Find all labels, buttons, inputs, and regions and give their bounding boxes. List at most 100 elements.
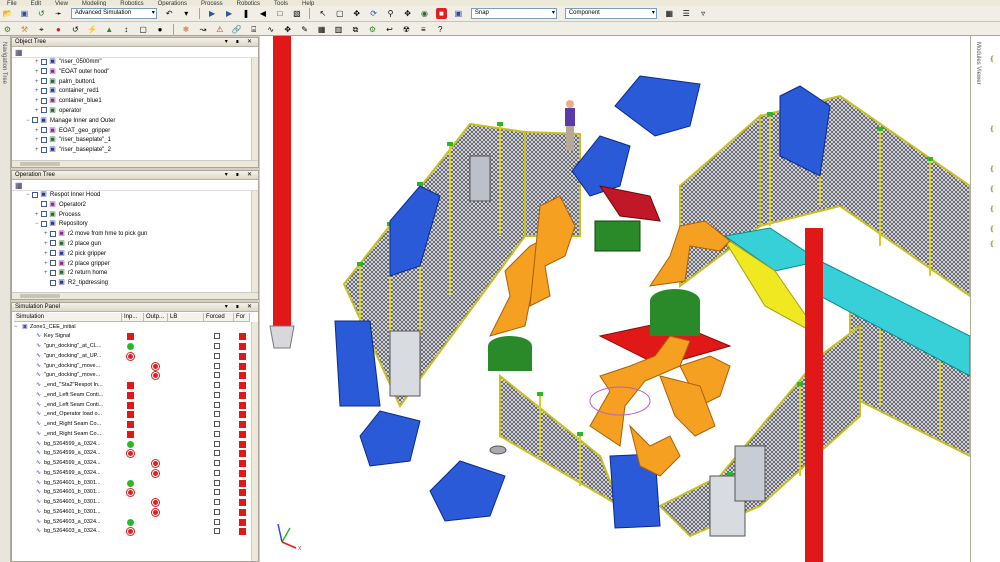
tree-node[interactable]: + ▣ EOAT_geo_gripper (12, 127, 258, 137)
forced-checkbox[interactable] (214, 518, 220, 525)
forced-value-indicator[interactable] (239, 508, 246, 516)
tree-node[interactable]: + ▣ palm_button1 (12, 78, 258, 88)
mount-icon[interactable]: ⌸ (248, 24, 259, 35)
input-signal-indicator[interactable] (127, 421, 134, 429)
bracket-icon[interactable]: ❴ (989, 56, 996, 63)
play-icon[interactable]: ▶ (207, 8, 218, 19)
tree-filter-icon[interactable]: ▦ (15, 48, 23, 57)
tree-node[interactable]: ▣ R2_tipdressing (12, 279, 258, 289)
forced-checkbox[interactable] (214, 333, 220, 340)
output-signal-indicator[interactable] (152, 499, 159, 507)
forced-checkbox[interactable] (214, 421, 220, 428)
signal-row[interactable]: ∿ bg_5264599_a_0324... (14, 459, 250, 468)
visibility-checkbox[interactable] (50, 230, 56, 237)
tree-node[interactable]: − ▣ Manage Inner and Outer (12, 117, 258, 127)
bracket-icon[interactable]: ❴ (989, 241, 996, 248)
object-tree-hscroll[interactable] (12, 160, 258, 167)
signal-row[interactable]: ∿ bg_5264603_a_0324... (14, 527, 250, 536)
forced-value-indicator[interactable] (239, 450, 246, 458)
input-signal-indicator[interactable] (127, 401, 134, 409)
column-header[interactable]: Forced (204, 313, 234, 322)
options-icon[interactable]: ≡ (418, 24, 429, 35)
column-header[interactable]: Inp... (122, 313, 144, 322)
3d-viewport[interactable]: X (260, 36, 970, 562)
object-tree-vscroll[interactable] (251, 58, 258, 161)
forced-checkbox[interactable] (214, 450, 220, 457)
tree-node[interactable]: + ▣ operator (12, 107, 258, 117)
visibility-checkbox[interactable] (41, 107, 47, 114)
signal-row[interactable]: ∿ _end_Left Seam Conti... (14, 391, 250, 400)
visibility-checkbox[interactable] (50, 279, 56, 286)
pan-icon[interactable]: ✥ (402, 8, 413, 19)
operation-tree-vscroll[interactable] (251, 191, 258, 294)
tree-node[interactable]: ▣ Operator2 (12, 201, 258, 211)
forced-value-indicator[interactable] (239, 343, 246, 351)
visibility-checkbox[interactable] (41, 87, 47, 94)
input-signal-indicator[interactable] (127, 411, 134, 419)
collapse-icon[interactable]: − (14, 323, 22, 332)
input-signal-indicator[interactable] (127, 479, 134, 487)
study-select[interactable]: Advanced Simulation ▾ (70, 8, 157, 19)
record-icon[interactable]: ▣ (453, 8, 464, 19)
tree-filter-icon[interactable]: ▦ (15, 181, 23, 190)
collision-icon[interactable]: ⚠ (214, 24, 225, 35)
filter-icon[interactable]: ▿ (698, 8, 709, 19)
forced-checkbox[interactable] (214, 430, 220, 437)
modules-viewer-strip[interactable]: Modules Viewer ❴ ❴ ❴ ❴ ❴ ❴ ❴ (970, 36, 1000, 562)
operation-tree-hscroll[interactable] (12, 292, 258, 299)
table-icon[interactable]: ▦ (316, 24, 327, 35)
tree-node[interactable]: + ▣ "EOAT outer hood" (12, 68, 258, 78)
tree-node[interactable]: + ▣ container_blue1 (12, 97, 258, 107)
signal-row[interactable]: ∿ "gun_docking"_at_CL... (14, 342, 250, 351)
visibility-checkbox[interactable] (50, 240, 56, 247)
marker-icon[interactable]: ▲ (104, 24, 115, 35)
signal-row[interactable]: ∿ Key Signal (14, 332, 250, 341)
forced-value-indicator[interactable] (239, 352, 246, 360)
output-signal-indicator[interactable] (152, 372, 159, 380)
signal-row[interactable]: ∿ bg_5264601_b_0301... (14, 508, 250, 517)
visibility-checkbox[interactable] (41, 127, 47, 134)
visibility-checkbox[interactable] (41, 68, 47, 75)
visibility-checkbox[interactable] (41, 136, 47, 143)
path-icon[interactable]: ↺ (70, 24, 81, 35)
column-header[interactable]: LB (168, 313, 204, 322)
tree-node[interactable]: − ▣ Repository (12, 220, 258, 230)
input-signal-indicator[interactable] (127, 352, 134, 360)
teach-icon[interactable]: ✎ (299, 24, 310, 35)
attach-icon[interactable]: 🔗 (231, 24, 242, 35)
tree-node[interactable]: + ▣ "riser_baseplate"_2 (12, 146, 258, 156)
input-signal-indicator[interactable] (127, 489, 134, 497)
panel-controls[interactable]: ▾ ∎ ✕ (225, 38, 255, 47)
input-signal-indicator[interactable] (127, 440, 134, 448)
frame-icon[interactable]: □ (274, 8, 285, 19)
tree-node[interactable]: − ▣ Respot Inner Hood (12, 191, 258, 201)
tool-icon[interactable]: ⚙ (2, 24, 13, 35)
forced-value-indicator[interactable] (239, 499, 246, 507)
forced-value-indicator[interactable] (239, 489, 246, 497)
display-icon[interactable]: ▧ (291, 8, 302, 19)
forced-checkbox[interactable] (214, 382, 220, 389)
snap-select[interactable]: Snap ▾ (470, 8, 557, 19)
save-icon[interactable]: ▣ (19, 8, 30, 19)
signal-row[interactable]: ∿ bg_5264599_a_0324... (14, 440, 250, 449)
input-signal-indicator[interactable] (127, 518, 134, 526)
visibility-checkbox[interactable] (41, 97, 47, 104)
forced-checkbox[interactable] (214, 343, 220, 350)
kinematics-icon[interactable]: ↩ (384, 24, 395, 35)
select-icon[interactable]: ↖ (317, 8, 328, 19)
tree-node[interactable]: + ▣ r2 move from hme to pick gun (12, 230, 258, 240)
pause-icon[interactable]: ❚ (241, 8, 252, 19)
forced-checkbox[interactable] (214, 401, 220, 408)
chart-icon[interactable]: ▥ (333, 24, 344, 35)
forced-value-indicator[interactable] (239, 333, 246, 341)
gun-icon[interactable]: ⚡ (87, 24, 98, 35)
forced-value-indicator[interactable] (239, 528, 246, 536)
tree-node[interactable]: + ▣ container_red1 (12, 87, 258, 97)
output-signal-indicator[interactable] (152, 508, 159, 516)
simulation-root-row[interactable]: − ▣ Zone1_CEE_initial (14, 323, 250, 332)
cube-icon[interactable]: ▢ (138, 24, 149, 35)
component-select[interactable]: Component ▾ (564, 8, 657, 19)
reach-icon[interactable]: ↝ (197, 24, 208, 35)
visibility-checkbox[interactable] (41, 201, 47, 208)
zoom-icon[interactable]: ⚲ (385, 8, 396, 19)
